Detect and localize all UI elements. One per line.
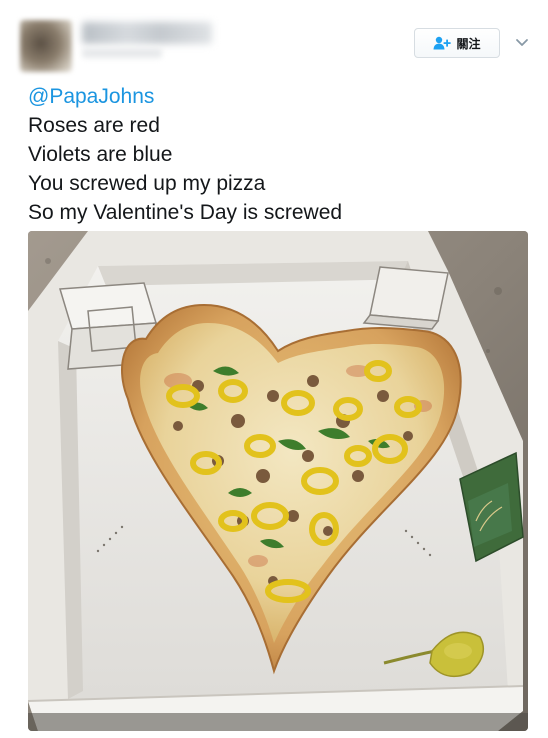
follow-label: 關注 bbox=[456, 36, 481, 51]
pizza-photo-illustration bbox=[28, 231, 528, 731]
mention-link[interactable]: @PapaJohns bbox=[28, 82, 528, 111]
avatar[interactable] bbox=[20, 20, 72, 72]
tweet-photo[interactable] bbox=[28, 231, 528, 731]
tweet-line-3: You screwed up my pizza bbox=[28, 172, 266, 195]
display-name-redacted[interactable] bbox=[82, 22, 212, 44]
tweet-line-2: Violets are blue bbox=[28, 143, 173, 166]
chevron-down-icon[interactable] bbox=[514, 34, 530, 50]
tweet-line-1: Roses are red bbox=[28, 114, 160, 137]
tweet-header: 關注 bbox=[0, 0, 548, 80]
tweet-text: @PapaJohns Roses are red Violets are blu… bbox=[28, 82, 528, 227]
username-redacted bbox=[82, 48, 162, 58]
tweet-line-4: So my Valentine's Day is screwed bbox=[28, 201, 343, 224]
follow-button[interactable]: 關注 bbox=[414, 28, 500, 58]
add-user-icon bbox=[433, 36, 452, 50]
